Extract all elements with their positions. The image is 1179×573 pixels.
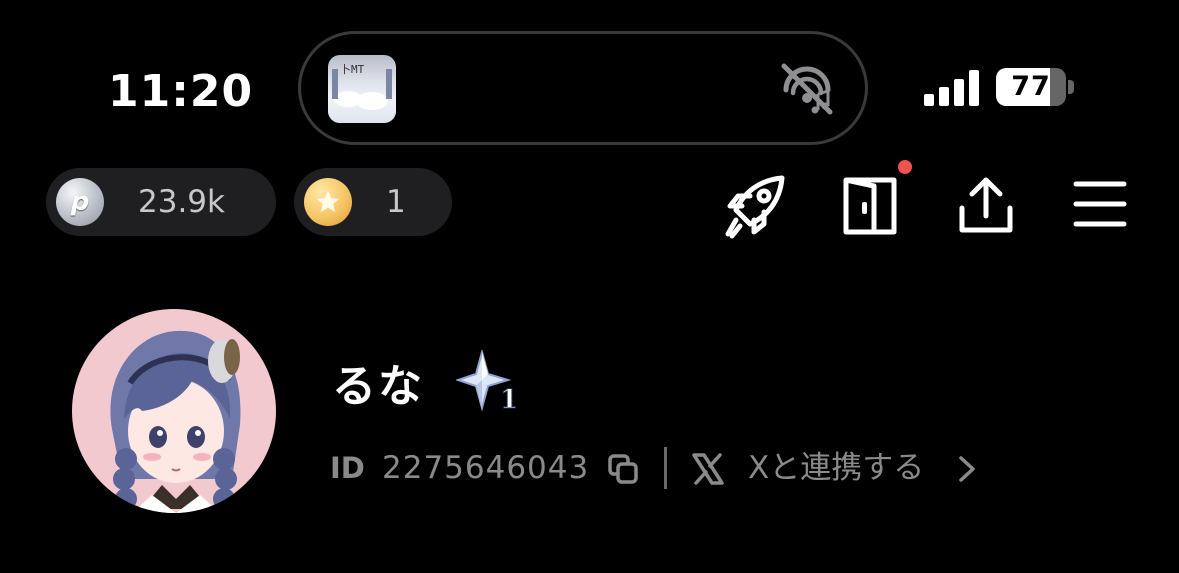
battery-percentage: 77 bbox=[1011, 71, 1051, 102]
id-label: ID bbox=[330, 451, 365, 485]
profile-avatar[interactable] bbox=[72, 309, 276, 513]
notification-dot bbox=[898, 160, 912, 174]
points-balance-pill[interactable]: p 23.9k bbox=[46, 168, 276, 236]
status-time: 11:20 bbox=[108, 66, 254, 117]
muted-audio-icon bbox=[776, 60, 838, 116]
rank-number: 1 bbox=[500, 385, 518, 412]
star-coin-icon bbox=[304, 178, 352, 226]
menu-button[interactable] bbox=[1068, 172, 1136, 240]
avatar-illustration bbox=[110, 330, 241, 513]
door-icon bbox=[843, 177, 897, 235]
boost-rocket-button[interactable] bbox=[722, 172, 790, 240]
copy-id-icon[interactable] bbox=[606, 452, 640, 486]
x-logo-icon[interactable] bbox=[690, 451, 726, 487]
rocket-icon bbox=[725, 175, 785, 239]
cellular-signal-icon bbox=[924, 68, 980, 106]
sparkle-star-icon: 1 bbox=[454, 348, 519, 416]
link-x-account-label[interactable]: Xと連携する bbox=[748, 448, 924, 488]
id-divider bbox=[664, 447, 667, 489]
battery-indicator: 77 bbox=[996, 68, 1066, 106]
rank-star-badge: 1 bbox=[454, 348, 519, 416]
now-playing-artwork[interactable]: 卜MT bbox=[328, 55, 396, 123]
chevron-right-icon[interactable] bbox=[955, 454, 979, 484]
share-icon bbox=[959, 177, 1013, 233]
menu-icon bbox=[1073, 181, 1127, 227]
coins-balance-pill[interactable]: 1 bbox=[294, 168, 452, 236]
p-coin-icon: p bbox=[56, 178, 104, 226]
user-id: 2275646043 bbox=[382, 450, 590, 486]
share-button[interactable] bbox=[952, 172, 1020, 240]
profile-username: るな bbox=[332, 361, 424, 412]
points-value: 23.9k bbox=[138, 184, 225, 220]
exit-door-button[interactable] bbox=[836, 172, 904, 240]
battery-terminal bbox=[1068, 80, 1074, 94]
coins-value: 1 bbox=[386, 184, 406, 220]
